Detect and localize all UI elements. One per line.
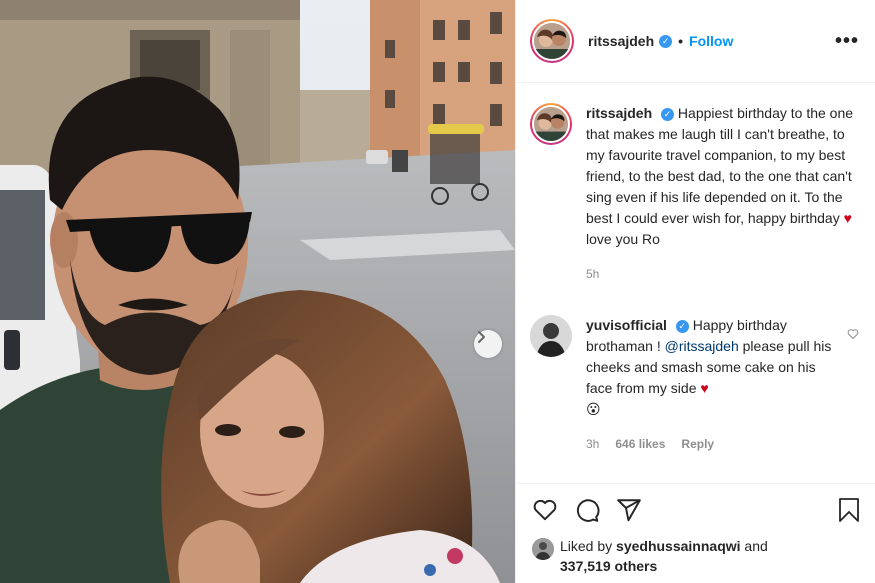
caption-timestamp[interactable]: 5h: [586, 264, 859, 285]
caption-avatar[interactable]: [530, 103, 572, 145]
comment-item: yuvisofficial ✓ Happy birthday brothaman…: [530, 315, 859, 455]
surprised-emoji: 😮: [586, 401, 601, 417]
likes-and: and: [744, 538, 768, 554]
instagram-post: ritssajdeh ✓ • Follow ••• ritssajdeh ✓ H…: [0, 0, 875, 583]
commenter-avatar[interactable]: [530, 315, 572, 357]
heart-icon: [533, 499, 557, 521]
post-photo: [0, 0, 515, 583]
caption-text: Happiest birthday to the one that makes …: [586, 105, 854, 226]
selfie-photo: [0, 0, 515, 583]
reply-button[interactable]: Reply: [681, 434, 714, 455]
post-header: ritssajdeh ✓ • Follow •••: [516, 0, 875, 83]
post-details-panel: ritssajdeh ✓ • Follow ••• ritssajdeh ✓ H…: [515, 0, 875, 583]
mention-link[interactable]: @ritssajdeh: [665, 338, 739, 354]
comment-likes-count[interactable]: 646 likes: [615, 434, 665, 455]
avatar-image: [530, 315, 572, 357]
verified-badge-icon: ✓: [661, 107, 675, 121]
comment-meta: 3h 646 likes Reply: [586, 434, 837, 455]
red-heart-emoji: ♥: [700, 380, 709, 396]
share-icon: [617, 499, 641, 522]
more-options-icon[interactable]: •••: [835, 31, 859, 51]
chevron-right-icon: [478, 331, 485, 343]
likes-summary: Liked by syedhussainnaqwi and 337,519 ot…: [516, 536, 875, 583]
caption-username[interactable]: ritssajdeh: [586, 105, 652, 121]
bookmark-icon: [839, 498, 859, 522]
share-button[interactable]: [616, 497, 642, 523]
action-bar: [516, 483, 875, 536]
follow-button[interactable]: Follow: [689, 33, 733, 49]
red-heart-emoji: ♥: [843, 210, 852, 226]
next-photo-button[interactable]: [474, 330, 502, 358]
like-button[interactable]: [532, 497, 558, 523]
comment-like-button[interactable]: [847, 327, 859, 343]
caption-comment: ritssajdeh ✓ Happiest birthday to the on…: [530, 103, 859, 285]
avatar-image: [532, 538, 554, 560]
comment-icon: [576, 499, 600, 522]
liker-username[interactable]: syedhussainnaqwi: [616, 538, 740, 554]
save-button[interactable]: [837, 497, 861, 523]
comment-button[interactable]: [574, 497, 600, 523]
likes-others-count[interactable]: 337,519 others: [560, 558, 657, 574]
heart-outline-icon: [847, 329, 859, 339]
commenter-username[interactable]: yuvisofficial: [586, 317, 667, 333]
comment-timestamp[interactable]: 3h: [586, 434, 599, 455]
likes-text: Liked by syedhussainnaqwi and 337,519 ot…: [560, 536, 768, 576]
avatar-image: [534, 23, 570, 59]
verified-badge-icon: ✓: [659, 34, 673, 48]
verified-badge-icon: ✓: [675, 319, 689, 333]
liked-by-prefix: Liked by: [560, 538, 613, 554]
caption-text-end: love you Ro: [586, 231, 660, 247]
liker-avatar[interactable]: [532, 538, 554, 560]
comment-body: yuvisofficial ✓ Happy birthday brothaman…: [586, 315, 859, 455]
avatar-image: [534, 107, 568, 141]
author-username[interactable]: ritssajdeh: [588, 33, 654, 49]
caption-body: ritssajdeh ✓ Happiest birthday to the on…: [586, 103, 859, 285]
author-avatar[interactable]: [530, 19, 574, 63]
comments-section: ritssajdeh ✓ Happiest birthday to the on…: [516, 83, 875, 483]
separator-dot: •: [678, 33, 684, 49]
